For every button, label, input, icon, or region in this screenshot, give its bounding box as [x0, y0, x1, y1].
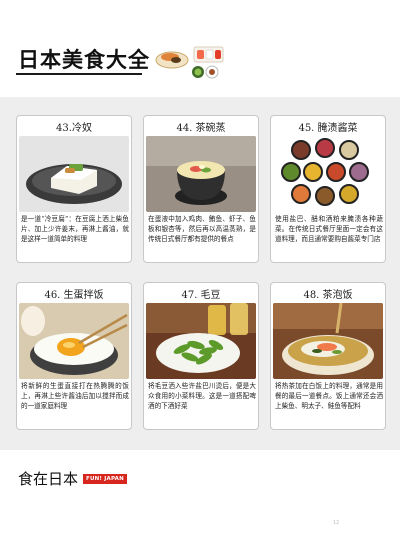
card-title: 47. 毛豆	[181, 290, 221, 301]
food-card-hiyayakko: 43.冷奴 是一道“冷豆腐”：在豆腐上洒上柴鱼片、加上少许姜末，再淋上酱油，就是…	[16, 115, 132, 263]
tsukemono-photo	[273, 136, 383, 212]
page-number: 12	[333, 520, 340, 526]
card-description: 将毛豆洒入些许盐巴川烫后，便是大众食用的小菜料理。这是一道搭配啤酒的下酒好菜	[148, 382, 256, 410]
hiyayakko-photo	[19, 136, 129, 212]
food-card-edamame: 47. 毛豆 将毛豆洒入些许盐巴川烫后，便是大众食用的小菜料理。这是一道搭配啤酒…	[143, 282, 259, 430]
card-title: 44. 茶碗蒸	[176, 123, 226, 134]
card-description: 将热茶加在白饭上的料理，通常是用餐的最后一道餐点。饭上通常还会洒上柴鱼、明太子、…	[275, 382, 383, 410]
card-title: 45. 腌渍酱菜	[298, 123, 358, 134]
card-description: 将新鲜的生蛋直接打在热腾腾的饭上，再淋上些许酱油后加以搅拌而成的一道家庭料理	[21, 382, 129, 410]
food-card-chawanmushi: 44. 茶碗蒸 在蛋液中加入鸡肉、鲔鱼、虾子、鱼板和银杏等，然后再以高温蒸熟，是…	[143, 115, 259, 263]
chawanmushi-photo	[146, 136, 256, 212]
card-description: 在蛋液中加入鸡肉、鲔鱼、虾子、鱼板和银杏等，然后再以高温蒸熟，是传统日式餐厅都有…	[148, 215, 256, 243]
tamago-kake-gohan-photo	[19, 303, 129, 379]
header-food-illustration	[154, 44, 226, 82]
food-card-tsukemono: 45. 腌渍酱菜 使用盐巴、醋和酒粕来腌渍各种蔬菜。在传统日式餐厅里面一定会有这…	[270, 115, 386, 263]
ochazuke-photo	[273, 303, 383, 379]
food-card-ochazuke: 48. 茶泡饭 将热茶加在白饭上的料理，通常是用餐的最后一道餐点。饭上通常还会洒…	[270, 282, 386, 430]
fun-japan-logo: FUN! JAPAN	[83, 474, 127, 484]
page-header: 日本美食大全	[0, 0, 400, 97]
card-title: 48. 茶泡饭	[303, 290, 353, 301]
card-description: 是一道“冷豆腐”：在豆腐上洒上柴鱼片、加上少许姜末，再淋上酱油，就是这样一道简单…	[21, 215, 129, 243]
card-title: 46. 生蛋拌饭	[44, 290, 104, 301]
edamame-photo	[146, 303, 256, 379]
food-card-tamago-kake-gohan: 46. 生蛋拌饭 将新鲜的生蛋直接打在热腾腾的饭上，再淋上些许酱油后加以搅拌而成…	[16, 282, 132, 430]
title-underline	[16, 73, 142, 75]
footer-title: 食在日本	[18, 470, 79, 488]
page-title: 日本美食大全	[18, 47, 150, 72]
card-description: 使用盐巴、醋和酒粕来腌渍各种蔬菜。在传统日式餐厅里面一定会有这道料理，而且通常要…	[275, 215, 383, 243]
card-title: 43.冷奴	[56, 123, 92, 134]
